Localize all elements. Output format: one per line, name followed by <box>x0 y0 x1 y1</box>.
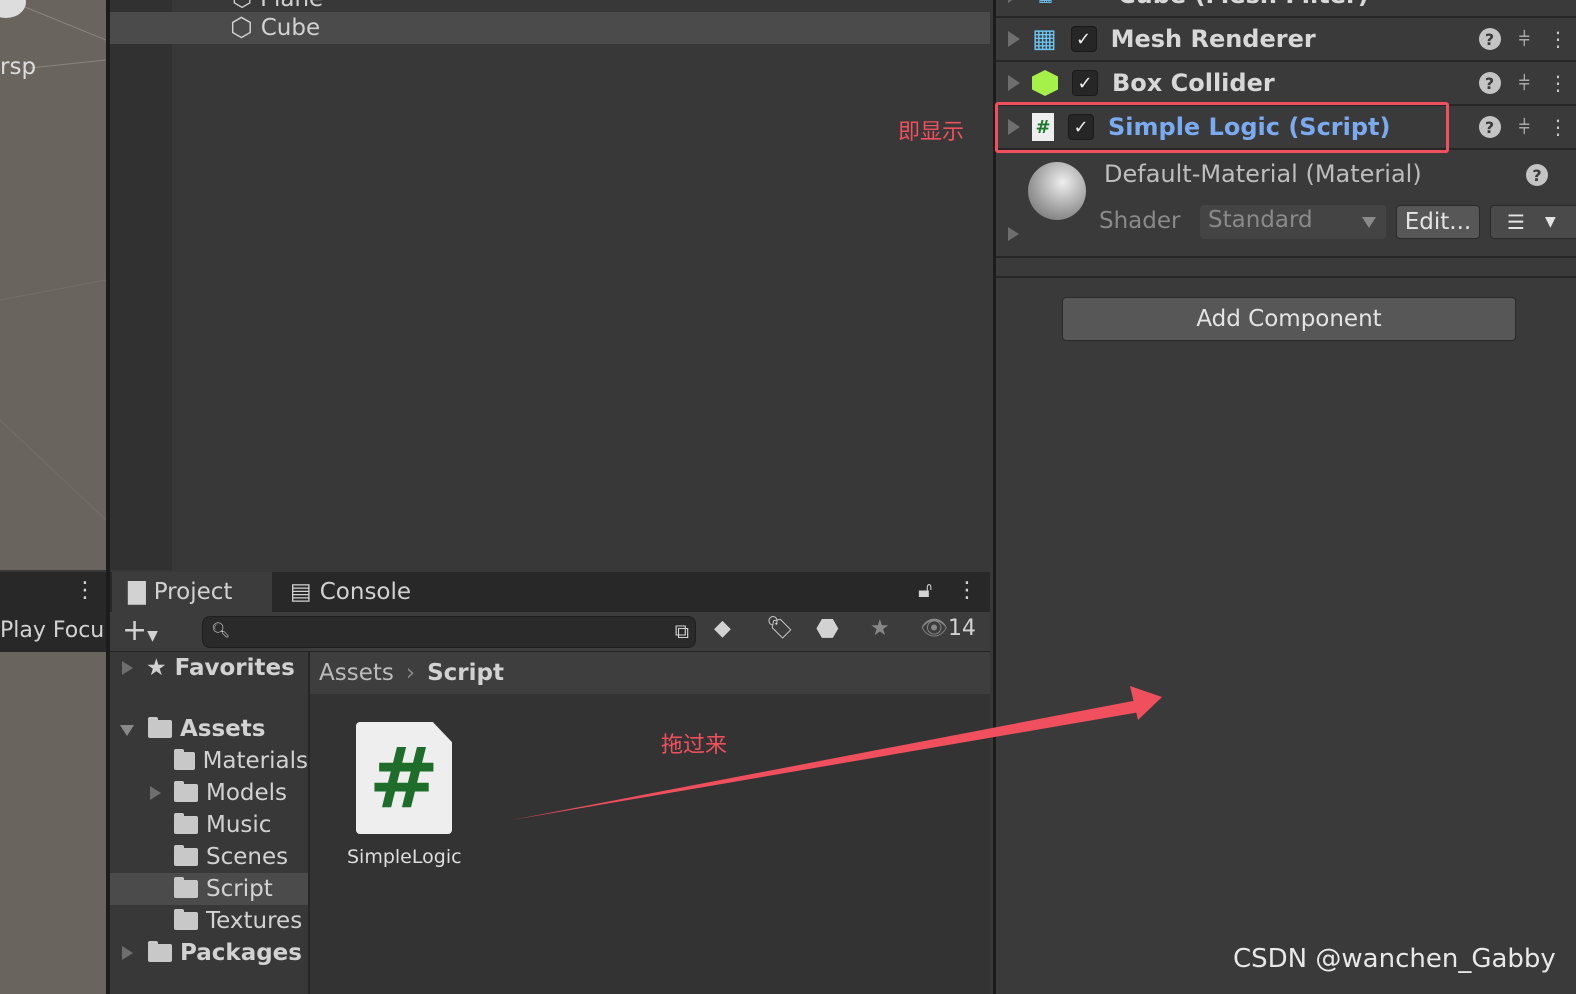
arrow-head <box>1130 686 1162 720</box>
drag-arrow <box>512 686 1162 820</box>
arrow-shaft <box>512 700 1140 820</box>
watermark: CSDN @wanchen_Gabby <box>1233 944 1556 974</box>
